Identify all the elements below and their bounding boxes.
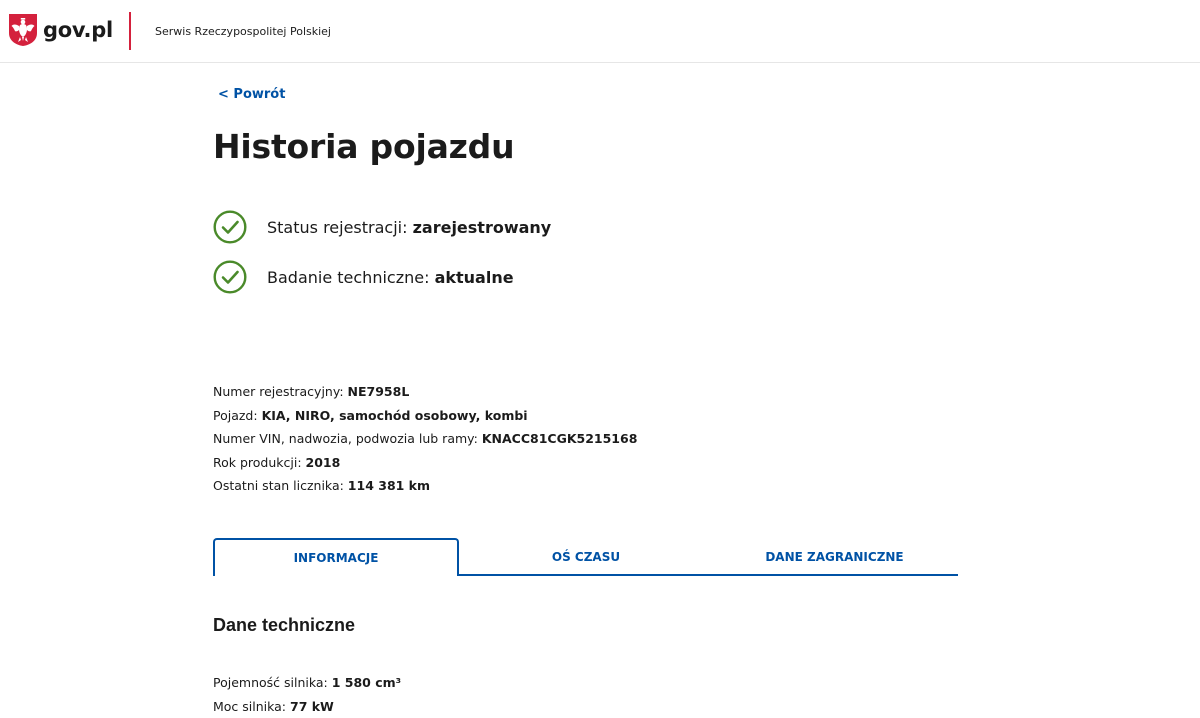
tab-informacje[interactable]: INFORMACJE bbox=[213, 538, 459, 576]
detail-label: Moc silnika: bbox=[213, 699, 290, 714]
status-text: Badanie techniczne: aktualne bbox=[267, 268, 514, 287]
status-inspection: Badanie techniczne: aktualne bbox=[213, 260, 514, 294]
detail-label: Numer rejestracyjny: bbox=[213, 384, 348, 399]
status-label: Status rejestracji: bbox=[267, 218, 413, 237]
detail-value: KIA, NIRO, samochód osobowy, kombi bbox=[262, 408, 528, 423]
page-title: Historia pojazdu bbox=[213, 127, 514, 166]
detail-registration-number: Numer rejestracyjny: NE7958L bbox=[213, 380, 637, 404]
header-divider bbox=[129, 12, 131, 50]
polish-eagle-emblem-icon[interactable] bbox=[8, 13, 38, 47]
detail-label: Pojemność silnika: bbox=[213, 675, 332, 690]
status-registration: Status rejestracji: zarejestrowany bbox=[213, 210, 551, 244]
detail-label: Ostatni stan licznika: bbox=[213, 478, 348, 493]
detail-engine-power: Moc silnika: 77 kW bbox=[213, 695, 401, 718]
detail-production-year: Rok produkcji: 2018 bbox=[213, 451, 637, 475]
check-circle-icon bbox=[213, 210, 247, 244]
service-name: Serwis Rzeczypospolitej Polskiej bbox=[155, 25, 331, 38]
detail-vehicle: Pojazd: KIA, NIRO, samochód osobowy, kom… bbox=[213, 404, 637, 428]
detail-engine-capacity: Pojemność silnika: 1 580 cm³ bbox=[213, 671, 401, 695]
detail-value: 77 kW bbox=[290, 699, 334, 714]
detail-value: NE7958L bbox=[348, 384, 410, 399]
tab-os-czasu[interactable]: OŚ CZASU bbox=[461, 538, 711, 576]
gov-pl-logo[interactable]: gov.pl bbox=[43, 18, 113, 42]
status-label: Badanie techniczne: bbox=[267, 268, 435, 287]
detail-label: Pojazd: bbox=[213, 408, 262, 423]
detail-value: 114 381 km bbox=[348, 478, 430, 493]
tab-bar: INFORMACJE OŚ CZASU DANE ZAGRANICZNE bbox=[213, 538, 958, 576]
tab-dane-zagraniczne[interactable]: DANE ZAGRANICZNE bbox=[711, 538, 958, 576]
detail-value: KNACC81CGK5215168 bbox=[482, 431, 638, 446]
detail-label: Numer VIN, nadwozia, podwozia lub ramy: bbox=[213, 431, 482, 446]
site-header: gov.pl Serwis Rzeczypospolitej Polskiej bbox=[0, 0, 1200, 63]
vehicle-details: Numer rejestracyjny: NE7958L Pojazd: KIA… bbox=[213, 380, 637, 498]
technical-details: Pojemność silnika: 1 580 cm³ Moc silnika… bbox=[213, 671, 401, 718]
section-title: Dane techniczne bbox=[213, 615, 355, 636]
detail-odometer: Ostatni stan licznika: 114 381 km bbox=[213, 474, 637, 498]
back-link[interactable]: < Powrót bbox=[218, 87, 285, 102]
status-value: aktualne bbox=[435, 268, 514, 287]
status-text: Status rejestracji: zarejestrowany bbox=[267, 218, 551, 237]
detail-value: 1 580 cm³ bbox=[332, 675, 401, 690]
detail-label: Rok produkcji: bbox=[213, 455, 306, 470]
detail-value: 2018 bbox=[306, 455, 341, 470]
check-circle-icon bbox=[213, 260, 247, 294]
status-value: zarejestrowany bbox=[413, 218, 552, 237]
detail-vin: Numer VIN, nadwozia, podwozia lub ramy: … bbox=[213, 427, 637, 451]
